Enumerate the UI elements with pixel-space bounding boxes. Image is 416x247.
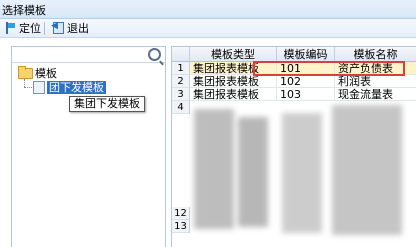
table-row[interactable]: 集团报表模板 xyxy=(190,75,277,88)
column-header-code[interactable]: 模板编码 xyxy=(277,47,335,62)
row-number: 12 xyxy=(172,207,190,220)
obscured-region xyxy=(194,109,234,229)
window-title: 选择模板 xyxy=(2,4,46,17)
highlight-annotation xyxy=(253,61,405,76)
title-bar: 选择模板 xyxy=(0,0,416,19)
row-number: 4 xyxy=(172,101,190,114)
obscured-region xyxy=(282,113,322,233)
tree-node-root[interactable]: 模板 xyxy=(18,65,57,80)
locate-label: 定位 xyxy=(19,22,41,35)
search-bar xyxy=(12,47,165,63)
row-number: 1 xyxy=(172,62,190,75)
tree-root-label: 模板 xyxy=(35,67,57,80)
table-cell-code[interactable]: 103 xyxy=(277,88,335,101)
exit-icon xyxy=(51,21,64,34)
row-number: 3 xyxy=(172,88,190,101)
row-number-header xyxy=(172,47,190,62)
folder-icon xyxy=(18,65,33,79)
tooltip: 集团下发模板 xyxy=(69,96,145,112)
obscured-region xyxy=(332,105,402,235)
toolbar: 定位 退出 xyxy=(0,19,416,38)
search-icon[interactable] xyxy=(148,48,161,61)
table-cell-name[interactable]: 利润表 xyxy=(335,75,416,88)
locate-icon xyxy=(6,22,16,34)
tree-connector-h xyxy=(24,87,32,89)
toolbar-separator xyxy=(44,22,45,35)
template-tree-panel: 模板 团下发模板 xyxy=(11,46,166,247)
template-icon xyxy=(33,81,45,94)
locate-button[interactable]: 定位 xyxy=(6,20,41,36)
exit-label: 退出 xyxy=(67,22,89,35)
tree-connector xyxy=(24,79,26,87)
row-number: 2 xyxy=(172,75,190,88)
column-header-name[interactable]: 模板名称 xyxy=(335,47,416,62)
table-cell-name[interactable]: 现金流量表 xyxy=(335,88,416,101)
table-row[interactable]: 集团报表模板 xyxy=(190,88,277,101)
tree-child-label: 团下发模板 xyxy=(47,81,106,94)
row-number: 13 xyxy=(172,220,190,233)
column-header-type[interactable]: 模板类型 xyxy=(190,47,277,62)
exit-button[interactable]: 退出 xyxy=(51,20,89,36)
table-cell-code[interactable]: 102 xyxy=(277,75,335,88)
obscured-region xyxy=(238,117,268,227)
template-table: 模板类型 模板编码 模板名称 1 集团报表模板 101 资产负债表 2 集团报表… xyxy=(171,46,416,247)
search-input[interactable] xyxy=(14,48,144,60)
tree-node-group-templates[interactable]: 团下发模板 xyxy=(33,81,106,94)
